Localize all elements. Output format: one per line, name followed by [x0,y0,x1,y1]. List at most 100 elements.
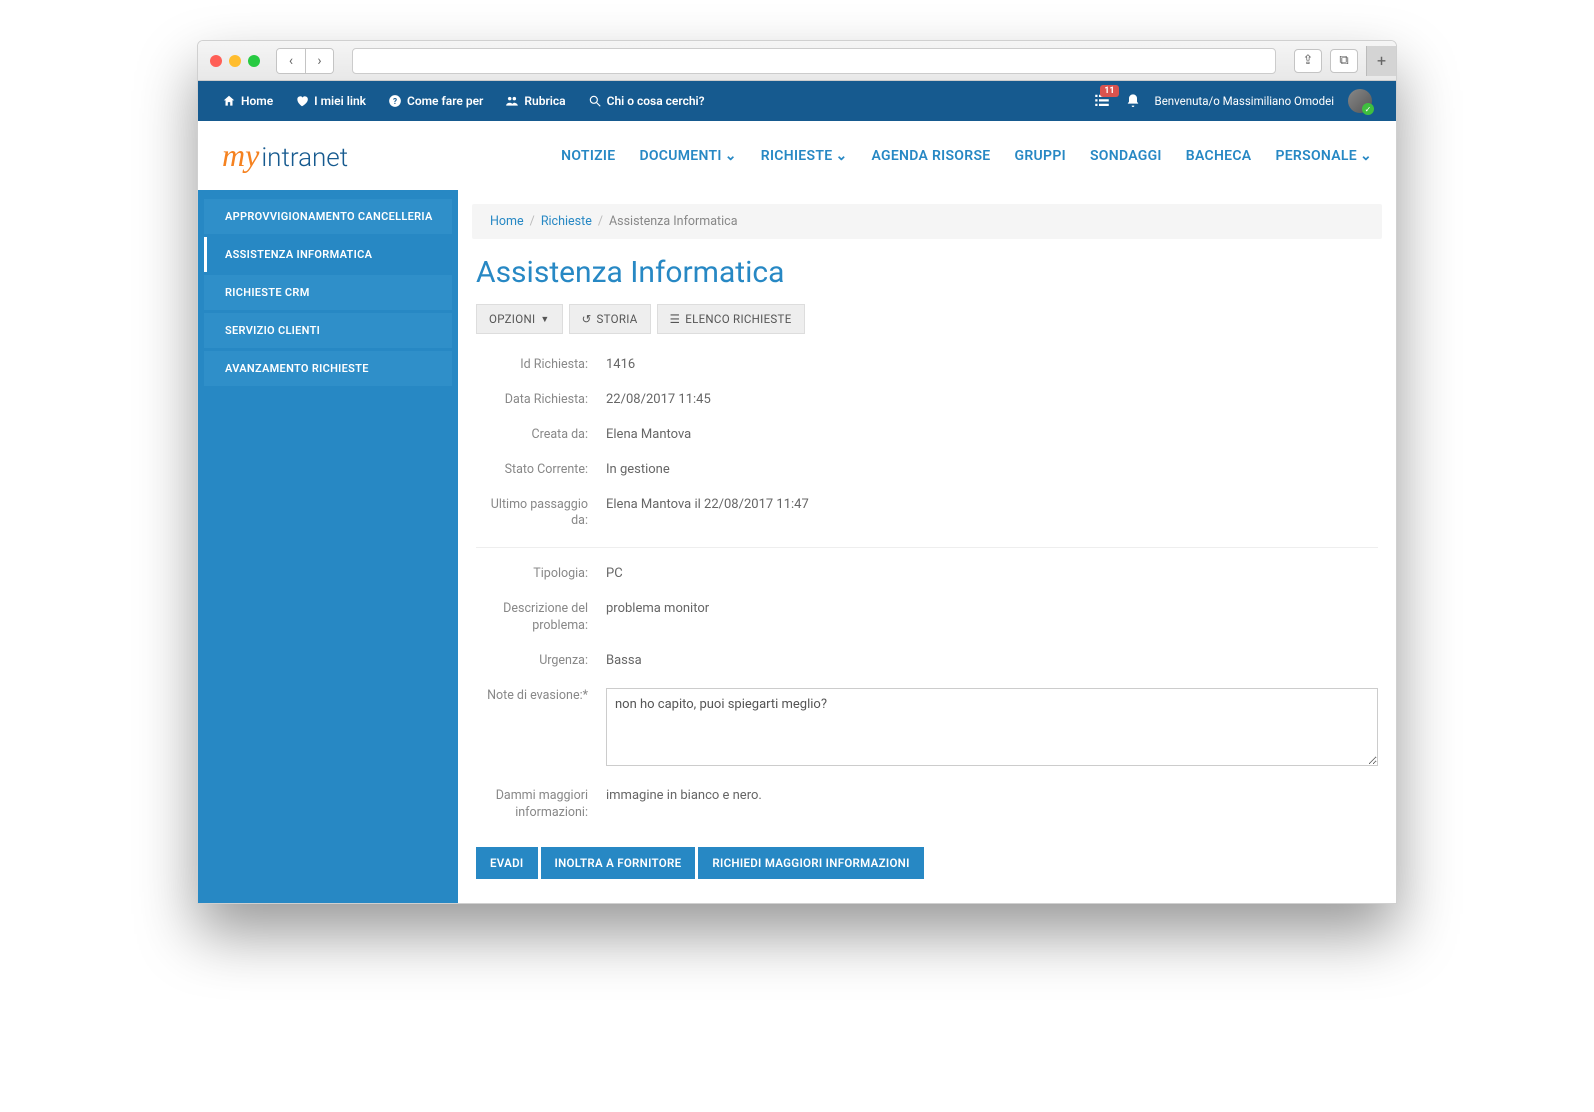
nav-agenda[interactable]: AGENDA RISORSE [871,148,990,164]
opzioni-label: OPZIONI [489,312,535,326]
data-label: Data Richiesta: [476,392,606,409]
nav-personale-label: PERSONALE [1275,148,1357,164]
chevron-down-icon: ⌄ [835,148,847,164]
topbar: Home I miei link ? Come fare per Rubrica… [198,81,1396,121]
browser-chrome: ‹ › ⇪ ⧉ + [198,41,1396,81]
urgenza-label: Urgenza: [476,653,606,670]
passaggio-value: Elena Mantova il 22/08/2017 11:47 [606,497,1378,531]
storia-label: STORIA [597,312,638,326]
notification-badge: 11 [1100,85,1118,97]
breadcrumb: Home/Richieste/Assistenza Informatica [472,204,1382,239]
sidebar-item-cancelleria[interactable]: APPROVVIGIONAMENTO CANCELLERIA [204,199,452,234]
tabs-icon[interactable]: ⧉ [1330,49,1358,73]
notifications-list-icon[interactable]: 11 [1093,91,1111,112]
breadcrumb-current: Assistenza Informatica [609,214,738,229]
topbar-rubrica[interactable]: Rubrica [505,94,565,108]
evadi-button[interactable]: EVADI [476,847,538,879]
search-icon [588,94,602,108]
id-value: 1416 [606,357,1378,374]
history-icon: ↺ [582,312,592,326]
inoltra-button[interactable]: INOLTRA A FORNITORE [541,847,696,879]
traffic-lights [210,55,260,67]
logo-rest: intranet [261,143,348,173]
stato-label: Stato Corrente: [476,462,606,479]
heart-icon [295,94,309,108]
maximize-window-icon[interactable] [248,55,260,67]
breadcrumb-home[interactable]: Home [490,214,524,229]
logo-my: my [222,137,259,174]
info-label: Dammi maggiori informazioni: [476,788,606,822]
browser-window: ‹ › ⇪ ⧉ + Home I miei link ? Come fare p… [197,40,1397,904]
note-textarea[interactable] [606,688,1378,766]
nav-documenti[interactable]: DOCUMENTI⌄ [639,148,736,164]
storia-button[interactable]: ↺ STORIA [569,304,651,334]
descrizione-label: Descrizione del problema: [476,601,606,635]
sidebar-item-avanzamento[interactable]: AVANZAMENTO RICHIESTE [204,351,452,386]
creata-label: Creata da: [476,427,606,444]
tipologia-label: Tipologia: [476,566,606,583]
main-nav: NOTIZIE DOCUMENTI⌄ RICHIESTE⌄ AGENDA RIS… [561,148,1372,164]
sidebar: APPROVVIGIONAMENTO CANCELLERIA ASSISTENZ… [198,190,458,903]
topbar-search[interactable]: Chi o cosa cerchi? [588,94,705,108]
stato-value: In gestione [606,462,1378,479]
opzioni-button[interactable]: OPZIONI ▼ [476,304,563,334]
nav-buttons: ‹ › [276,48,334,74]
people-icon [505,94,519,108]
logo[interactable]: myintranet [222,137,348,174]
topbar-home-label: Home [241,94,273,108]
breadcrumb-richieste[interactable]: Richieste [541,214,592,229]
toolbar: OPZIONI ▼ ↺ STORIA ☰ ELENCO RICHIESTE [458,304,1396,348]
topbar-howto[interactable]: ? Come fare per [388,94,483,108]
descrizione-value: problema monitor [606,601,1378,635]
content-wrap: APPROVVIGIONAMENTO CANCELLERIA ASSISTENZ… [198,190,1396,903]
forward-button[interactable]: › [305,49,333,73]
richiedi-button[interactable]: RICHIEDI MAGGIORI INFORMAZIONI [698,847,923,879]
action-bar: EVADI INOLTRA A FORNITORE RICHIEDI MAGGI… [458,831,1396,903]
id-label: Id Richiesta: [476,357,606,374]
topbar-search-label: Chi o cosa cerchi? [607,94,705,108]
chrome-right: ⇪ ⧉ [1294,49,1358,73]
chevron-down-icon: ⌄ [725,148,737,164]
info-value: immagine in bianco e nero. [606,788,1378,822]
nav-bacheca[interactable]: BACHECA [1186,148,1252,164]
nav-richieste-label: RICHIESTE [761,148,833,164]
nav-gruppi[interactable]: GRUPPI [1015,148,1066,164]
topbar-rubrica-label: Rubrica [524,94,565,108]
elenco-button[interactable]: ☰ ELENCO RICHIESTE [657,304,805,334]
bell-icon[interactable] [1125,93,1141,109]
note-label: Note di evasione:* [476,688,606,770]
data-value: 22/08/2017 11:45 [606,392,1378,409]
creata-value: Elena Mantova [606,427,1378,444]
database-icon: ☰ [670,312,681,326]
welcome-text: Benvenuta/o Massimiliano Omodei [1155,94,1334,108]
share-icon[interactable]: ⇪ [1294,49,1322,73]
logo-nav-bar: myintranet NOTIZIE DOCUMENTI⌄ RICHIESTE⌄… [198,121,1396,190]
nav-richieste[interactable]: RICHIESTE⌄ [761,148,848,164]
nav-documenti-label: DOCUMENTI [639,148,721,164]
passaggio-label: Ultimo passaggio da: [476,497,606,531]
nav-notizie[interactable]: NOTIZIE [561,148,615,164]
back-button[interactable]: ‹ [277,49,305,73]
elenco-label: ELENCO RICHIESTE [685,312,791,326]
caret-down-icon: ▼ [540,314,549,325]
sidebar-item-clienti[interactable]: SERVIZIO CLIENTI [204,313,452,348]
svg-text:?: ? [393,96,397,106]
nav-sondaggi[interactable]: SONDAGGI [1090,148,1162,164]
sidebar-item-crm[interactable]: RICHIESTE CRM [204,275,452,310]
topbar-home[interactable]: Home [222,94,273,108]
topbar-links-label: I miei link [314,94,366,108]
close-window-icon[interactable] [210,55,222,67]
nav-personale[interactable]: PERSONALE⌄ [1275,148,1372,164]
sidebar-item-assistenza[interactable]: ASSISTENZA INFORMATICA [204,237,452,272]
question-icon: ? [388,94,402,108]
minimize-window-icon[interactable] [229,55,241,67]
new-tab-button[interactable]: + [1366,46,1396,76]
home-icon [222,94,236,108]
main-content: Home/Richieste/Assistenza Informatica As… [458,190,1396,903]
chevron-down-icon: ⌄ [1360,148,1372,164]
topbar-links[interactable]: I miei link [295,94,366,108]
url-bar[interactable] [352,48,1276,74]
avatar[interactable] [1348,89,1372,113]
topbar-howto-label: Come fare per [407,94,483,108]
urgenza-value: Bassa [606,653,1378,670]
